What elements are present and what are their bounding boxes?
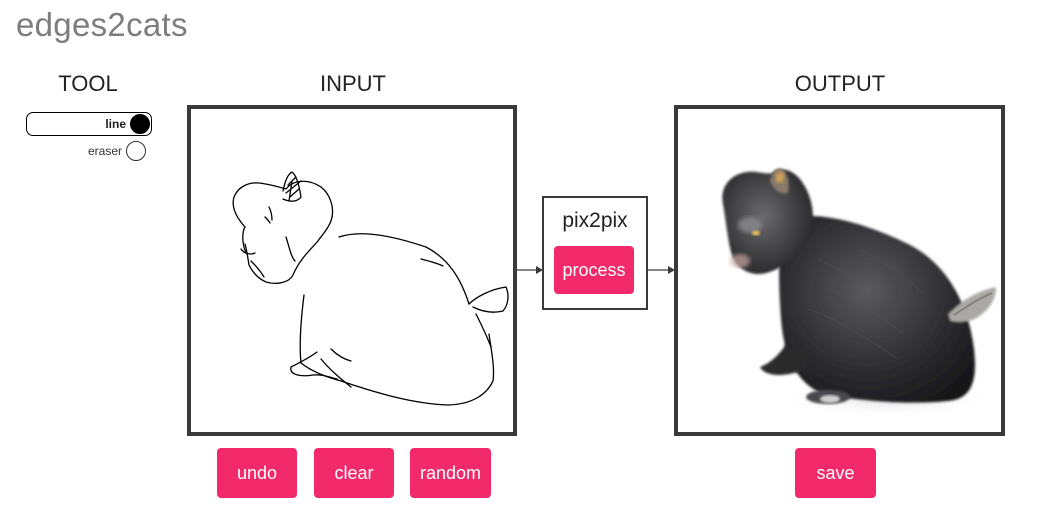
arrow-right-icon (648, 266, 675, 274)
save-button[interactable]: save (795, 448, 876, 498)
tool-section-label: TOOL (58, 71, 118, 96)
radio-filled-icon (130, 114, 150, 134)
arrow-right-icon (517, 266, 543, 274)
undo-button[interactable]: undo (217, 448, 297, 498)
pix2pix-model-box: pix2pix process (542, 196, 648, 310)
tool-option-label: line (105, 117, 126, 131)
clear-button[interactable]: clear (314, 448, 394, 498)
cat-sketch-drawing (232, 171, 509, 406)
model-label: pix2pix (562, 209, 628, 232)
tool-option-label: eraser (87, 144, 122, 158)
input-drawing-canvas[interactable] (187, 105, 517, 436)
generated-cat-image (678, 109, 1001, 432)
process-button[interactable]: process (554, 246, 634, 294)
tool-option-line[interactable]: line (26, 112, 152, 136)
output-section-label: OUTPUT (794, 71, 886, 96)
input-section-label: INPUT (320, 71, 386, 96)
random-button[interactable]: random (410, 448, 491, 498)
radio-empty-icon (126, 141, 146, 161)
tool-option-eraser[interactable]: eraser (26, 139, 146, 163)
app-title: edges2cats (16, 6, 188, 43)
output-image-canvas (674, 105, 1005, 436)
